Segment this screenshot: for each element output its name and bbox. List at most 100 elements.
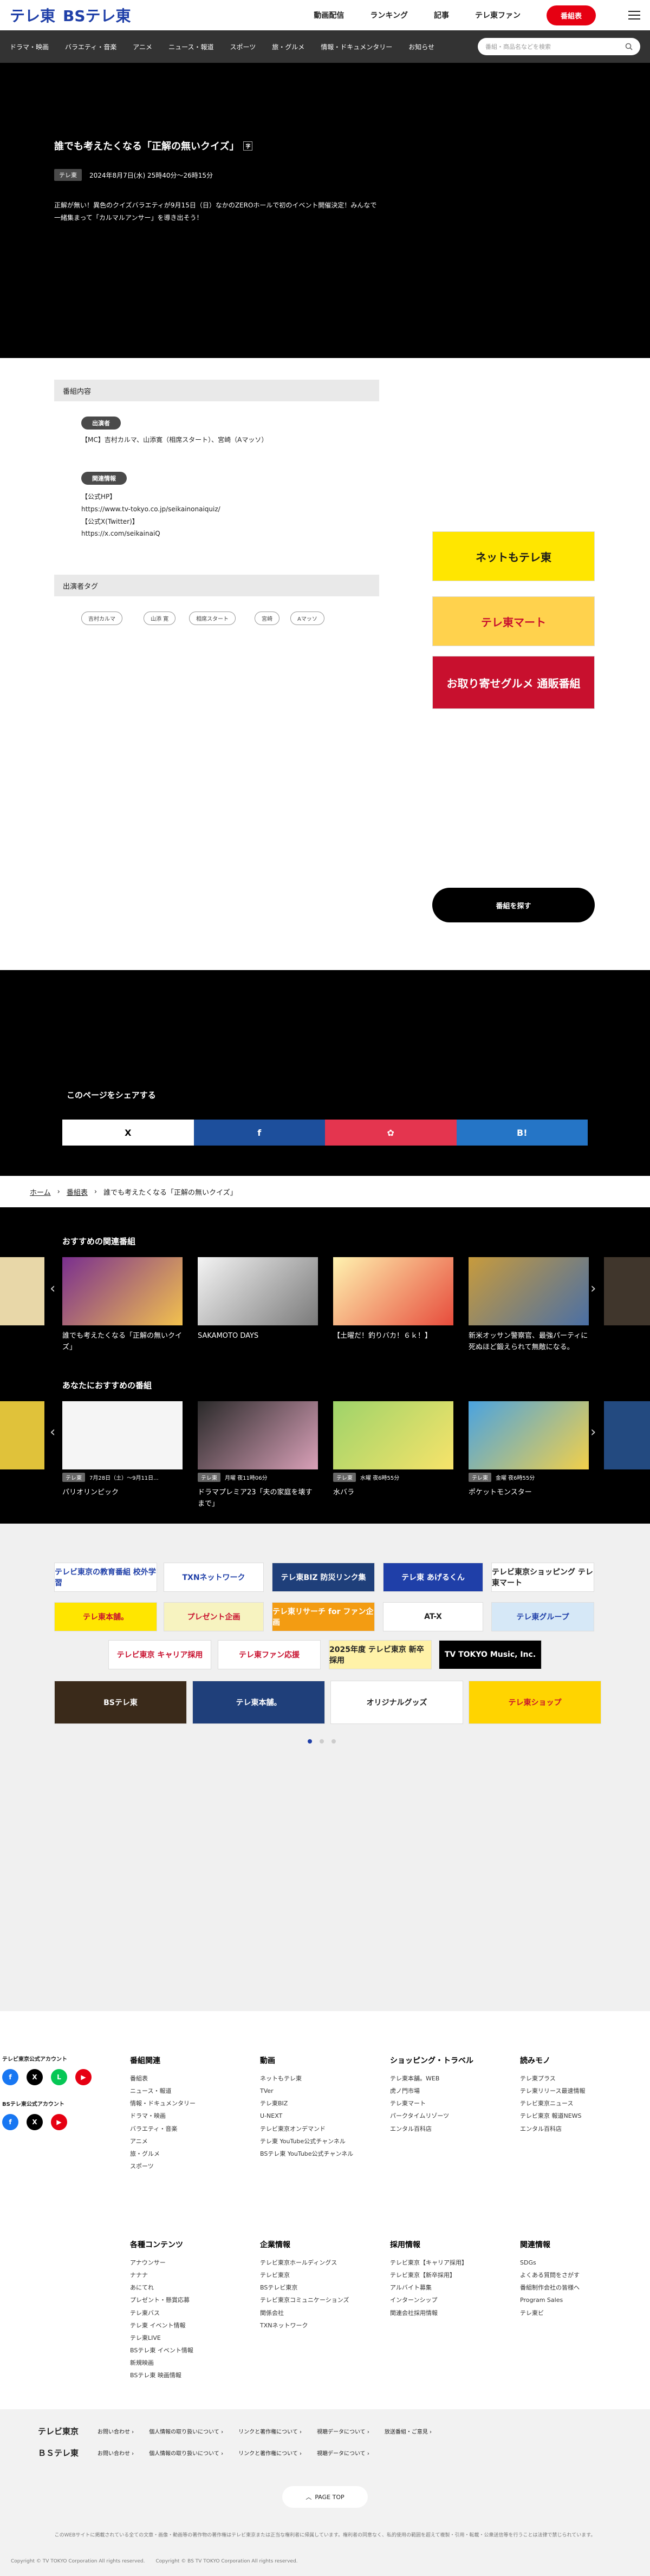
footer-link[interactable]: BSテレ東 イベント情報 (130, 2344, 193, 2357)
program-guide-button[interactable]: 番組表 (546, 5, 596, 25)
bottom-link[interactable]: お問い合わせ › (98, 2427, 134, 2435)
footer-link[interactable]: プレゼント・懸賞応募 (130, 2294, 193, 2306)
bottom-link[interactable]: リンクと著作権について › (238, 2449, 302, 2457)
cat-travel[interactable]: 旅・グルメ (272, 42, 304, 51)
footer-link[interactable]: 新規映画 (130, 2357, 193, 2369)
chevron-left-icon[interactable]: ‹ (50, 1424, 55, 1440)
share-pocket-button[interactable]: ✿ (325, 1120, 457, 1146)
foryou-card-3[interactable]: テレ東 水曜 夜6時55分 水バラ (333, 1401, 453, 1499)
bottom-link[interactable]: 放送番組・ご意見 › (385, 2427, 432, 2435)
related-card-4[interactable]: 新米オッサン警察官、最強パーティに死ぬほど鍛えられて無敵になる。 (469, 1257, 589, 1354)
banner-txn[interactable]: TXNネットワーク (164, 1563, 264, 1592)
related-card-1[interactable]: 誰でも考えたくなる「正解の無いクイズ」 (62, 1257, 183, 1354)
tag-aiseki[interactable]: 相席スタート (189, 612, 236, 625)
footer-link[interactable]: テレビ東京【キャリア採用】 (390, 2256, 467, 2269)
share-x-button[interactable]: X (62, 1120, 194, 1146)
cat-sports[interactable]: スポーツ (230, 42, 256, 51)
tag-amasso[interactable]: Aマッソ (290, 612, 324, 625)
footer-link[interactable]: アナウンサー (130, 2256, 193, 2269)
footer-link[interactable]: テレ東リリース最速情報 (520, 2085, 585, 2097)
cat-notice[interactable]: お知らせ (408, 42, 434, 51)
footer-link[interactable]: インターンシップ (390, 2294, 467, 2306)
bottom-link[interactable]: 個人情報の取り扱いについて › (149, 2449, 223, 2457)
footer-link[interactable]: テレ東 イベント情報 (130, 2319, 193, 2332)
footer-link[interactable]: BSテレビ東京 (260, 2281, 349, 2294)
cat-anime[interactable]: アニメ (133, 42, 152, 51)
footer-link[interactable]: テレビ東京 (260, 2269, 349, 2281)
footer-link[interactable]: ニュース・報道 (130, 2085, 196, 2097)
banner-bousai[interactable]: テレ東BIZ 防災リンク集 (272, 1563, 375, 1592)
bottom-link[interactable]: お問い合わせ › (98, 2449, 134, 2457)
banner-atx[interactable]: AT-X (383, 1602, 483, 1631)
carousel-dot[interactable] (320, 1739, 324, 1744)
page-top-button[interactable]: ︿ PAGE TOP (282, 2486, 368, 2508)
find-program-button[interactable]: 番組を探す (432, 888, 595, 922)
footer-link[interactable]: テレ東 YouTube公式チャンネル (260, 2135, 353, 2148)
footer-link[interactable]: ネットもテレ東 (260, 2072, 353, 2085)
footer-link[interactable]: エンタル百科店 (390, 2123, 473, 2135)
footer-link[interactable]: Program Sales (520, 2294, 580, 2306)
footer-link[interactable]: ドラマ・映画 (130, 2110, 196, 2122)
footer-link[interactable]: BSテレ東 YouTube公式チャンネル (260, 2148, 353, 2160)
footer-link[interactable]: テレビ東京ホールディングス (260, 2256, 349, 2269)
footer-link[interactable]: U-NEXT (260, 2110, 353, 2122)
banner-tvtokyo-mart[interactable]: テレ東マート (432, 596, 595, 646)
banner-net-tvtokyo[interactable]: ネットもテレ東 (432, 531, 595, 581)
banner-honpo-large[interactable]: テレ東本舗。 (192, 1681, 325, 1724)
footer-link[interactable]: 関係会社 (260, 2307, 349, 2319)
footer-link[interactable]: 番組制作会社の皆様へ (520, 2281, 580, 2294)
menu-icon[interactable] (628, 11, 640, 19)
footer-link[interactable]: バラエティ・音楽 (130, 2123, 196, 2135)
footer-link[interactable]: TVer (260, 2085, 353, 2097)
bottom-link[interactable]: 視聴データについて › (317, 2449, 369, 2457)
footer-link[interactable]: ナナナ (130, 2269, 193, 2281)
footer-link[interactable]: テレ東プラス (520, 2072, 585, 2085)
footer-link[interactable]: テレ東マート (390, 2097, 473, 2110)
footer-link[interactable]: テレ東ビ (520, 2307, 580, 2319)
footer-link[interactable]: 情報・ドキュメンタリー (130, 2097, 196, 2110)
footer-link[interactable]: 番組表 (130, 2072, 196, 2085)
facebook-icon[interactable]: f (2, 2114, 18, 2130)
cat-drama[interactable]: ドラマ・映画 (10, 42, 49, 51)
share-facebook-button[interactable]: f (193, 1120, 325, 1146)
foryou-card-1[interactable]: テレ東 7月28日（土）～9月11日... パリオリンピック (62, 1401, 183, 1499)
foryou-card-4[interactable]: テレ東 金曜 夜6時55分 ポケットモンスター (469, 1401, 589, 1499)
nav-video[interactable]: 動画配信 (314, 10, 344, 21)
footer-link[interactable]: アニメ (130, 2135, 196, 2148)
line-icon[interactable]: L (51, 2069, 67, 2085)
program-thumbnail[interactable] (604, 1401, 650, 1469)
chevron-right-icon[interactable]: › (590, 1424, 596, 1440)
foryou-card-2[interactable]: テレ東 月曜 夜11時06分 ドラマプレミア23「夫の家庭を壊すまで」 (198, 1401, 318, 1510)
bs-logo[interactable]: BSテレ東 (63, 4, 131, 26)
bottom-link[interactable]: リンクと著作権について › (238, 2427, 302, 2435)
banner-gourmet-shopping[interactable]: お取り寄せグルメ 通販番組 (432, 656, 595, 709)
nav-fan[interactable]: テレ東ファン (475, 10, 521, 21)
search-input[interactable]: 番組・商品名などを検索 (478, 38, 640, 55)
footer-link[interactable]: テレビ東京 報道NEWS (520, 2110, 585, 2122)
banner-present[interactable]: プレゼント企画 (164, 1602, 264, 1631)
footer-link[interactable]: テレ東BIZ (260, 2097, 353, 2110)
footer-link[interactable]: テレビ東京【新卒採用】 (390, 2269, 467, 2281)
x-icon[interactable]: X (27, 2069, 43, 2085)
footer-link[interactable]: スポーツ (130, 2160, 196, 2172)
official-x-link[interactable]: https://x.com/seikainaiQ (81, 528, 220, 540)
tx-logo[interactable]: テレ東 (10, 4, 55, 26)
banner-tvtokyo-music[interactable]: TV TOKYO Music, Inc. (439, 1640, 542, 1669)
footer-link[interactable]: SDGs (520, 2256, 580, 2269)
tag-yamazoe[interactable]: 山添 寛 (144, 612, 176, 625)
footer-link[interactable]: テレビ東京オンデマンド (260, 2123, 353, 2135)
footer-link[interactable]: アルバイト募集 (390, 2281, 467, 2294)
share-hatena-button[interactable]: B! (456, 1120, 588, 1146)
footer-link[interactable]: よくある質問をさがす (520, 2269, 580, 2281)
banner-honpo[interactable]: テレ東本舗。 (54, 1602, 157, 1631)
carousel-dot[interactable] (308, 1739, 312, 1744)
x-icon[interactable]: X (27, 2114, 43, 2130)
banner-research[interactable]: テレ東リサーチ for ファン企画 (272, 1602, 375, 1631)
related-card-3[interactable]: 【土曜だ！釣りバカ！６ｋ！】 (333, 1257, 453, 1342)
banner-ageru[interactable]: テレ東 あげるくん (383, 1563, 483, 1592)
related-card-2[interactable]: SAKAMOTO DAYS (198, 1257, 318, 1342)
banner-group[interactable]: テレ東グループ (491, 1602, 594, 1631)
cat-variety[interactable]: バラエティ・音楽 (65, 42, 116, 51)
bottom-link[interactable]: 個人情報の取り扱いについて › (149, 2427, 223, 2435)
banner-mart[interactable]: テレビ東京ショッピング テレ東マート (491, 1563, 594, 1592)
